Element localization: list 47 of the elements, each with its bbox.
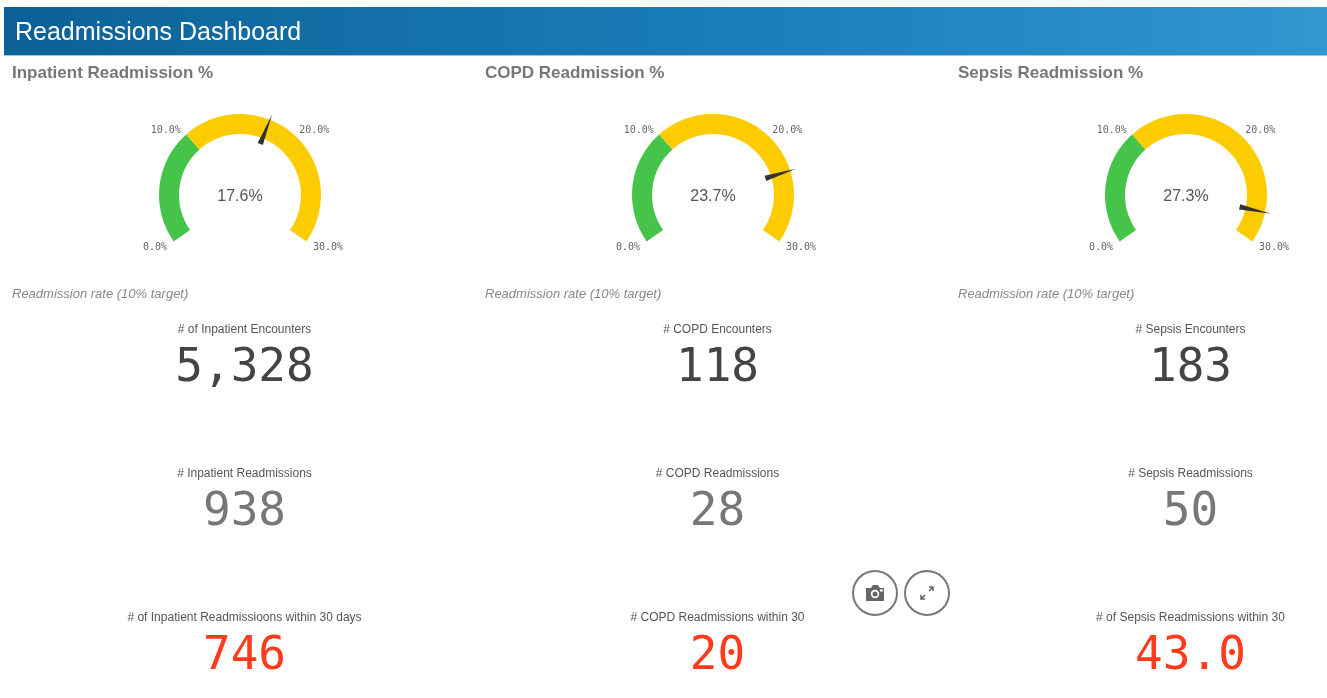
- gauge-reading: 23.7%: [690, 187, 736, 204]
- chart-caption: Readmission rate (10% target): [485, 286, 663, 303]
- kpi-value: 50: [1162, 481, 1219, 538]
- kpi-label: # COPD Readmissions: [655, 466, 780, 480]
- chart-caption: Readmission rate (10% target): [12, 286, 190, 303]
- expand-icon: [919, 585, 935, 601]
- snapshot-button[interactable]: [852, 570, 898, 616]
- tick-label: 30.0%: [312, 241, 343, 253]
- kpi-label: # of Sepsis Readmissions within 30: [1096, 610, 1285, 624]
- kpi-label: # COPD Encounters: [663, 322, 772, 336]
- kpi-value: 938: [202, 481, 287, 538]
- gauge-reading: 17.6%: [217, 187, 263, 204]
- chart-caption: Readmission rate (10% target): [958, 286, 1136, 303]
- kpi-label: # Inpatient Readmissions: [177, 466, 312, 480]
- gauge-reading: 27.3%: [1163, 187, 1209, 204]
- kpi-value: 746: [202, 625, 287, 682]
- kpi-value: 28: [689, 481, 746, 538]
- tick-label: 0.0%: [616, 241, 641, 253]
- kpi-value: 183: [1148, 337, 1233, 394]
- tick-label: 10.0%: [623, 123, 654, 135]
- tick-label: 20.0%: [1245, 123, 1276, 135]
- expand-button[interactable]: [904, 570, 950, 616]
- kpi-value: 118: [675, 337, 760, 394]
- gauge-needle: [1239, 204, 1271, 214]
- camera-icon: [864, 584, 886, 602]
- tick-label: 30.0%: [1258, 241, 1289, 253]
- kpi-label: # of Inpatient Encounters: [177, 322, 312, 336]
- tick-label: 30.0%: [785, 241, 816, 253]
- panel-title: Sepsis Readmission %: [958, 63, 1145, 84]
- tick-label: 10.0%: [150, 123, 181, 135]
- tick-label: 0.0%: [1089, 241, 1114, 253]
- panel-title: Inpatient Readmission %: [12, 63, 215, 84]
- kpi-label: # Sepsis Readmissions: [1128, 466, 1253, 480]
- gauge-needle: [257, 114, 273, 145]
- kpi-value: 5,328: [175, 337, 314, 394]
- tick-label: 20.0%: [299, 123, 330, 135]
- kpi-label: # Sepsis Encounters: [1135, 322, 1246, 336]
- gauge-needle: [764, 168, 796, 182]
- tick-label: 10.0%: [1096, 123, 1127, 135]
- kpi-value: 20: [689, 625, 746, 682]
- tick-label: 0.0%: [143, 241, 168, 253]
- kpi-label: # of Inpatient Readmissioons within 30 days: [127, 610, 362, 624]
- dashboard-title: Readmissions Dashboard: [14, 16, 302, 46]
- panel-title: COPD Readmission %: [485, 63, 666, 84]
- kpi-value: 43.0: [1135, 625, 1246, 682]
- kpi-label: # COPD Readmissions within 30: [630, 610, 805, 624]
- tick-label: 20.0%: [772, 123, 803, 135]
